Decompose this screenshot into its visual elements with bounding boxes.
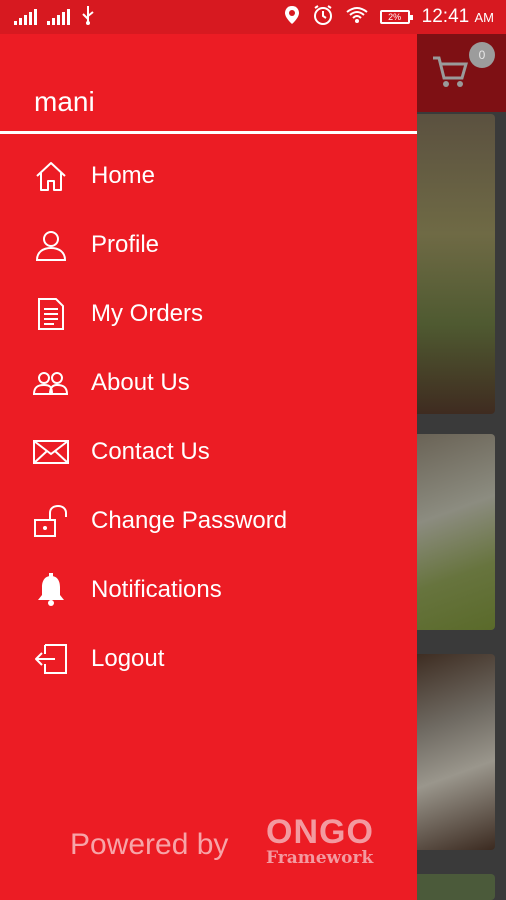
- menu-item-contact-us[interactable]: Contact Us: [0, 417, 417, 486]
- unlock-icon: [33, 503, 69, 539]
- people-icon: [33, 365, 69, 401]
- document-icon: [33, 296, 69, 332]
- navigation-drawer: mani Home Profile My Orders About Us Con…: [0, 34, 417, 900]
- cart-icon: [433, 56, 468, 87]
- menu-item-notifications[interactable]: Notifications: [0, 555, 417, 624]
- menu-label: Profile: [91, 230, 160, 258]
- home-icon: [33, 158, 69, 194]
- menu-item-about-us[interactable]: About Us: [0, 348, 417, 417]
- user-icon: [33, 227, 69, 263]
- product-image[interactable]: [417, 114, 495, 414]
- wifi-icon: [346, 6, 368, 29]
- app-toolbar: 0: [417, 34, 506, 112]
- menu-label: My Orders: [91, 299, 204, 327]
- menu-label: Logout: [91, 644, 165, 672]
- brand-main: ONGO: [266, 813, 374, 851]
- menu-label: About Us: [91, 368, 190, 396]
- drawer-menu: Home Profile My Orders About Us Contact …: [0, 141, 417, 693]
- cart-button[interactable]: [429, 50, 471, 92]
- usb-icon: [80, 5, 96, 30]
- alarm-icon: [312, 4, 334, 31]
- menu-item-profile[interactable]: Profile: [0, 210, 417, 279]
- product-image[interactable]: [417, 874, 495, 900]
- user-name: mani: [34, 86, 95, 117]
- menu-item-my-orders[interactable]: My Orders: [0, 279, 417, 348]
- clock: 12:41 AM: [421, 6, 494, 27]
- signal-icon: [47, 9, 70, 25]
- background-app[interactable]: 0: [417, 34, 506, 900]
- battery-icon: 2%: [379, 10, 413, 24]
- product-image[interactable]: [417, 654, 495, 850]
- menu-item-change-password[interactable]: Change Password: [0, 486, 417, 555]
- menu-label: Home: [91, 161, 156, 189]
- menu-item-logout[interactable]: Logout: [0, 624, 417, 693]
- signal-icon: [14, 9, 37, 25]
- cart-count-badge: 0: [469, 42, 495, 68]
- mail-icon: [33, 434, 69, 470]
- menu-item-home[interactable]: Home: [0, 141, 417, 210]
- menu-label: Notifications: [91, 575, 222, 603]
- status-bar: 2% 12:41 AM: [0, 0, 506, 34]
- ongo-framework-logo: ONGO Framework: [266, 815, 374, 867]
- menu-label: Change Password: [91, 506, 288, 534]
- product-image[interactable]: [417, 434, 495, 630]
- logout-icon: [33, 641, 69, 677]
- divider: [0, 131, 417, 134]
- brand-sub: Framework: [266, 848, 374, 868]
- location-icon: [284, 5, 300, 30]
- powered-by-text: Powered by: [70, 828, 229, 861]
- menu-label: Contact Us: [91, 437, 210, 465]
- bell-icon: [33, 572, 69, 608]
